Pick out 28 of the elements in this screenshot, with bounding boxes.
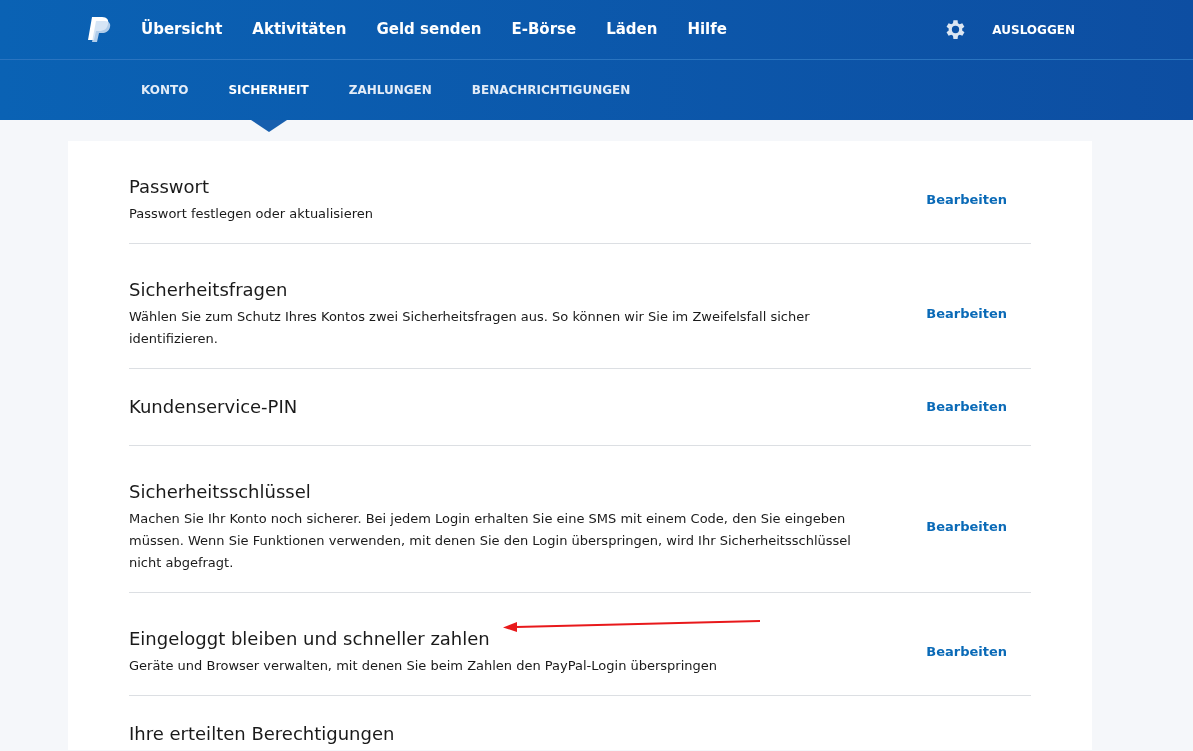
selected-tab-pointer (250, 120, 287, 132)
nav-link[interactable]: Aktivitäten (252, 18, 347, 41)
setting-title: Sicherheitsschlüssel (129, 480, 312, 504)
setting-title: Eingeloggt bleiben und schneller zahlen (129, 627, 491, 651)
edit-link[interactable]: Bearbeiten (926, 642, 1007, 662)
edit-link[interactable]: Bearbeiten (926, 304, 1007, 324)
setting-title: Sicherheitsfragen (129, 278, 289, 302)
tab[interactable]: SICHERHEIT (228, 81, 309, 99)
setting-description: Wählen Sie zum Schutz Ihres Kontos zwei Sicherheitsfragen aus. So können wir Sie im Zweifelsfall sicher identifizieren. (129, 308, 811, 348)
nav-link[interactable]: Hilfe (687, 18, 727, 41)
edit-link[interactable]: Bearbeiten (926, 397, 1007, 417)
nav-link[interactable]: Läden (606, 18, 658, 41)
tab[interactable]: ZAHLUNGEN (348, 81, 432, 99)
edit-link[interactable]: Bearbeiten (926, 517, 1007, 537)
setting-description: Geräte und Browser verwalten, mit denen Sie beim Zahlen den PayPal-Login überspringen (129, 657, 719, 675)
logout-link[interactable]: AUSLOGGEN (992, 20, 1075, 39)
tab[interactable]: KONTO (141, 81, 189, 99)
setting-title: Ihre erteilten Berechtigungen (129, 722, 396, 746)
nav-link[interactable]: Übersicht (141, 18, 223, 41)
nav-link[interactable]: E-Börse (511, 18, 577, 41)
edit-link[interactable]: Bearbeiten (926, 190, 1007, 210)
setting-title: Passwort (129, 175, 211, 199)
nav-link[interactable]: Geld senden (376, 18, 482, 41)
setting-description: Passwort festlegen oder aktualisieren (129, 205, 374, 223)
setting-title: Kundenservice-PIN (129, 395, 299, 419)
logo-icon[interactable] (86, 15, 111, 44)
tab[interactable]: BENACHRICHTIGUNGEN (471, 81, 631, 99)
setting-description: Machen Sie Ihr Konto noch sicherer. Bei jedem Login erhalten Sie eine SMS mit einem Code, den Sie eingeben müssen. Wenn Sie Funktionen verwenden, mit denen Sie den Login überspringen, wird Ihr Sicherheitsschlüssel nicht abgefragt. (129, 510, 852, 572)
